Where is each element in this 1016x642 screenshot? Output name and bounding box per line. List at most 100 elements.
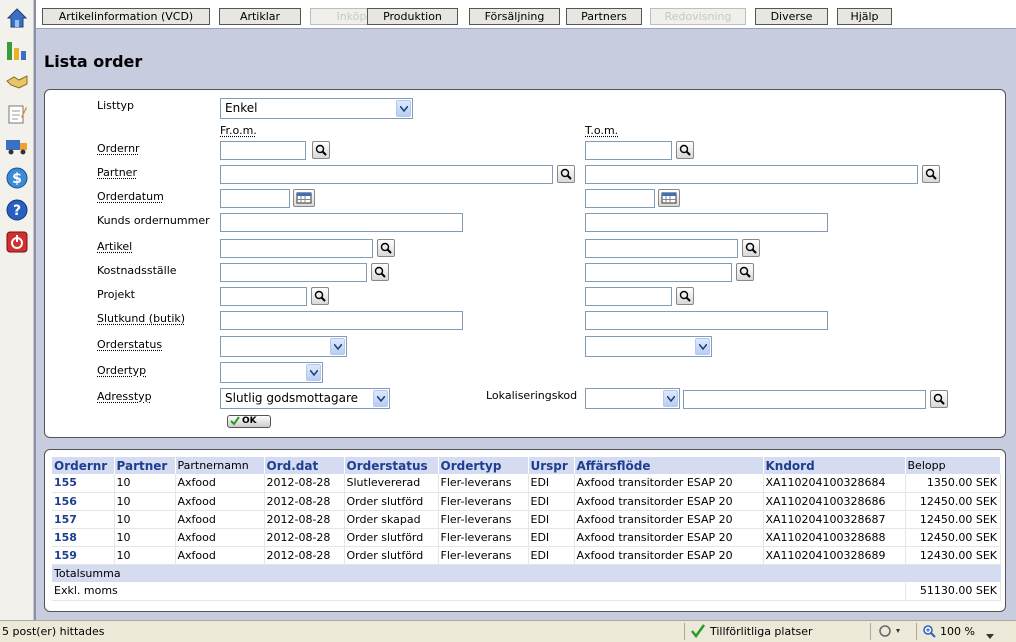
search-icon[interactable] xyxy=(676,141,694,159)
cell-kndord: XA110204100328687 xyxy=(763,510,906,529)
search-icon[interactable] xyxy=(557,165,575,183)
protected-mode-icon[interactable] xyxy=(878,624,904,641)
cell-partnernamn: Axfood xyxy=(175,528,265,547)
tab-artikelinformation[interactable]: Artikelinformation (VCD) xyxy=(42,8,210,25)
cell-kndord: XA110204100328684 xyxy=(763,474,906,493)
orderstatus-label: Orderstatus xyxy=(97,338,163,351)
search-icon[interactable] xyxy=(736,263,754,281)
artikel-to-input[interactable] xyxy=(585,239,738,258)
ordernr-from-input[interactable] xyxy=(220,141,306,160)
tab-forsaljning[interactable]: Försäljning xyxy=(469,8,560,25)
col-ordernr[interactable]: Ordernr xyxy=(52,457,115,474)
lokaliseringskod-input[interactable] xyxy=(683,390,926,409)
tab-artiklar[interactable]: Artiklar xyxy=(219,8,301,25)
zoom-level[interactable]: 100 % xyxy=(940,625,975,638)
tab-produktion[interactable]: Produktion xyxy=(367,8,458,25)
zoom-icon[interactable] xyxy=(922,624,936,641)
lokaliseringskod-select[interactable] xyxy=(585,388,680,409)
slutkund-from-input[interactable] xyxy=(220,311,463,330)
chevron-down-icon xyxy=(330,338,345,355)
cell-belopp: 1350.00 SEK xyxy=(905,474,1001,493)
handshake-icon[interactable] xyxy=(5,70,29,94)
totalsumma-row: Totalsumma xyxy=(52,564,1001,582)
cell-kndord: XA110204100328686 xyxy=(763,492,906,511)
calendar-icon[interactable] xyxy=(293,189,315,207)
truck-icon[interactable] xyxy=(5,134,29,158)
tab-hjalp[interactable]: Hjälp xyxy=(837,8,892,25)
search-icon[interactable] xyxy=(371,263,389,281)
ordernr-link[interactable]: 156 xyxy=(52,492,115,511)
search-icon[interactable] xyxy=(922,165,940,183)
cell-orddat: 2012-08-28 xyxy=(264,474,345,493)
notepad-icon[interactable] xyxy=(5,102,29,126)
partner-to-input[interactable] xyxy=(585,165,918,184)
search-icon[interactable] xyxy=(930,390,948,408)
col-partner[interactable]: Partner xyxy=(114,457,176,474)
listtyp-select[interactable]: Enkel xyxy=(220,98,413,119)
ordertyp-select[interactable] xyxy=(220,362,323,383)
cell-affarsflode: Axfood transitorder ESAP 20 xyxy=(574,510,764,529)
status-divider xyxy=(870,623,871,640)
col-affarsflode[interactable]: Affärsflöde xyxy=(574,457,764,474)
cell-partnernamn: Axfood xyxy=(175,546,265,565)
exkl-moms-label: Exkl. moms xyxy=(52,582,906,601)
cell-ordertyp: Fler-leverans xyxy=(438,474,529,493)
calendar-icon[interactable] xyxy=(658,189,680,207)
search-icon[interactable] xyxy=(377,239,395,257)
search-icon[interactable] xyxy=(311,287,329,305)
left-sidebar: $ ? xyxy=(0,0,34,620)
table-row: 159 10 Axfood 2012-08-28 Order slutförd … xyxy=(52,546,1001,565)
tab-partners[interactable]: Partners xyxy=(566,8,642,25)
orderdatum-to-input[interactable] xyxy=(585,189,655,208)
ok-button[interactable]: OK xyxy=(227,415,271,428)
orderstatus-to-select[interactable] xyxy=(585,336,712,357)
table-row: 157 10 Axfood 2012-08-28 Order skapad Fl… xyxy=(52,510,1001,529)
projekt-label: Projekt xyxy=(97,288,135,301)
orderdatum-from-input[interactable] xyxy=(220,189,290,208)
kostnadsstalle-from-input[interactable] xyxy=(220,263,367,282)
search-icon[interactable] xyxy=(312,141,330,159)
ordernr-link[interactable]: 157 xyxy=(52,510,115,529)
results-panel: Ordernr Partner Partnernamn Ord.dat Orde… xyxy=(44,449,1006,612)
projekt-to-input[interactable] xyxy=(585,287,672,306)
chevron-down-icon xyxy=(373,390,388,407)
projekt-from-input[interactable] xyxy=(220,287,307,306)
ordernr-link[interactable]: 155 xyxy=(52,474,115,493)
help-icon[interactable]: ? xyxy=(5,198,29,222)
chevron-down-icon[interactable] xyxy=(986,629,994,642)
search-icon[interactable] xyxy=(676,287,694,305)
listtyp-value: Enkel xyxy=(225,101,258,115)
cell-belopp: 12430.00 SEK xyxy=(905,546,1001,565)
power-icon[interactable] xyxy=(5,230,29,254)
col-orddat[interactable]: Ord.dat xyxy=(264,457,345,474)
kunds-ordernummer-to-input[interactable] xyxy=(585,213,828,232)
col-orderstatus[interactable]: Orderstatus xyxy=(344,457,439,474)
partner-from-input[interactable] xyxy=(220,165,553,184)
cell-orddat: 2012-08-28 xyxy=(264,492,345,511)
col-urspr[interactable]: Urspr xyxy=(528,457,575,474)
search-icon[interactable] xyxy=(742,239,760,257)
home-icon[interactable] xyxy=(5,6,29,30)
chevron-down-icon xyxy=(306,364,321,381)
dollar-icon[interactable]: $ xyxy=(5,166,29,190)
col-kndord[interactable]: Kndord xyxy=(763,457,906,474)
kostnadsstalle-to-input[interactable] xyxy=(585,263,732,282)
artikel-from-input[interactable] xyxy=(220,239,373,258)
adresstyp-select[interactable]: Slutlig godsmottagare xyxy=(220,388,390,409)
ordernr-link[interactable]: 158 xyxy=(52,528,115,547)
slutkund-to-input[interactable] xyxy=(585,311,828,330)
cell-partner: 10 xyxy=(114,528,176,547)
status-divider xyxy=(684,623,685,640)
chart-icon[interactable] xyxy=(5,38,29,62)
orderstatus-from-select[interactable] xyxy=(220,336,347,357)
tab-diverse[interactable]: Diverse xyxy=(755,8,828,25)
check-icon xyxy=(690,623,706,642)
ordernr-to-input[interactable] xyxy=(585,141,672,160)
artikel-label: Artikel xyxy=(97,240,133,253)
cell-affarsflode: Axfood transitorder ESAP 20 xyxy=(574,474,764,493)
ordernr-link[interactable]: 159 xyxy=(52,546,115,565)
kunds-ordernummer-from-input[interactable] xyxy=(220,213,463,232)
cell-orderstatus: Order slutförd xyxy=(344,492,439,511)
col-ordertyp[interactable]: Ordertyp xyxy=(438,457,529,474)
cell-affarsflode: Axfood transitorder ESAP 20 xyxy=(574,546,764,565)
